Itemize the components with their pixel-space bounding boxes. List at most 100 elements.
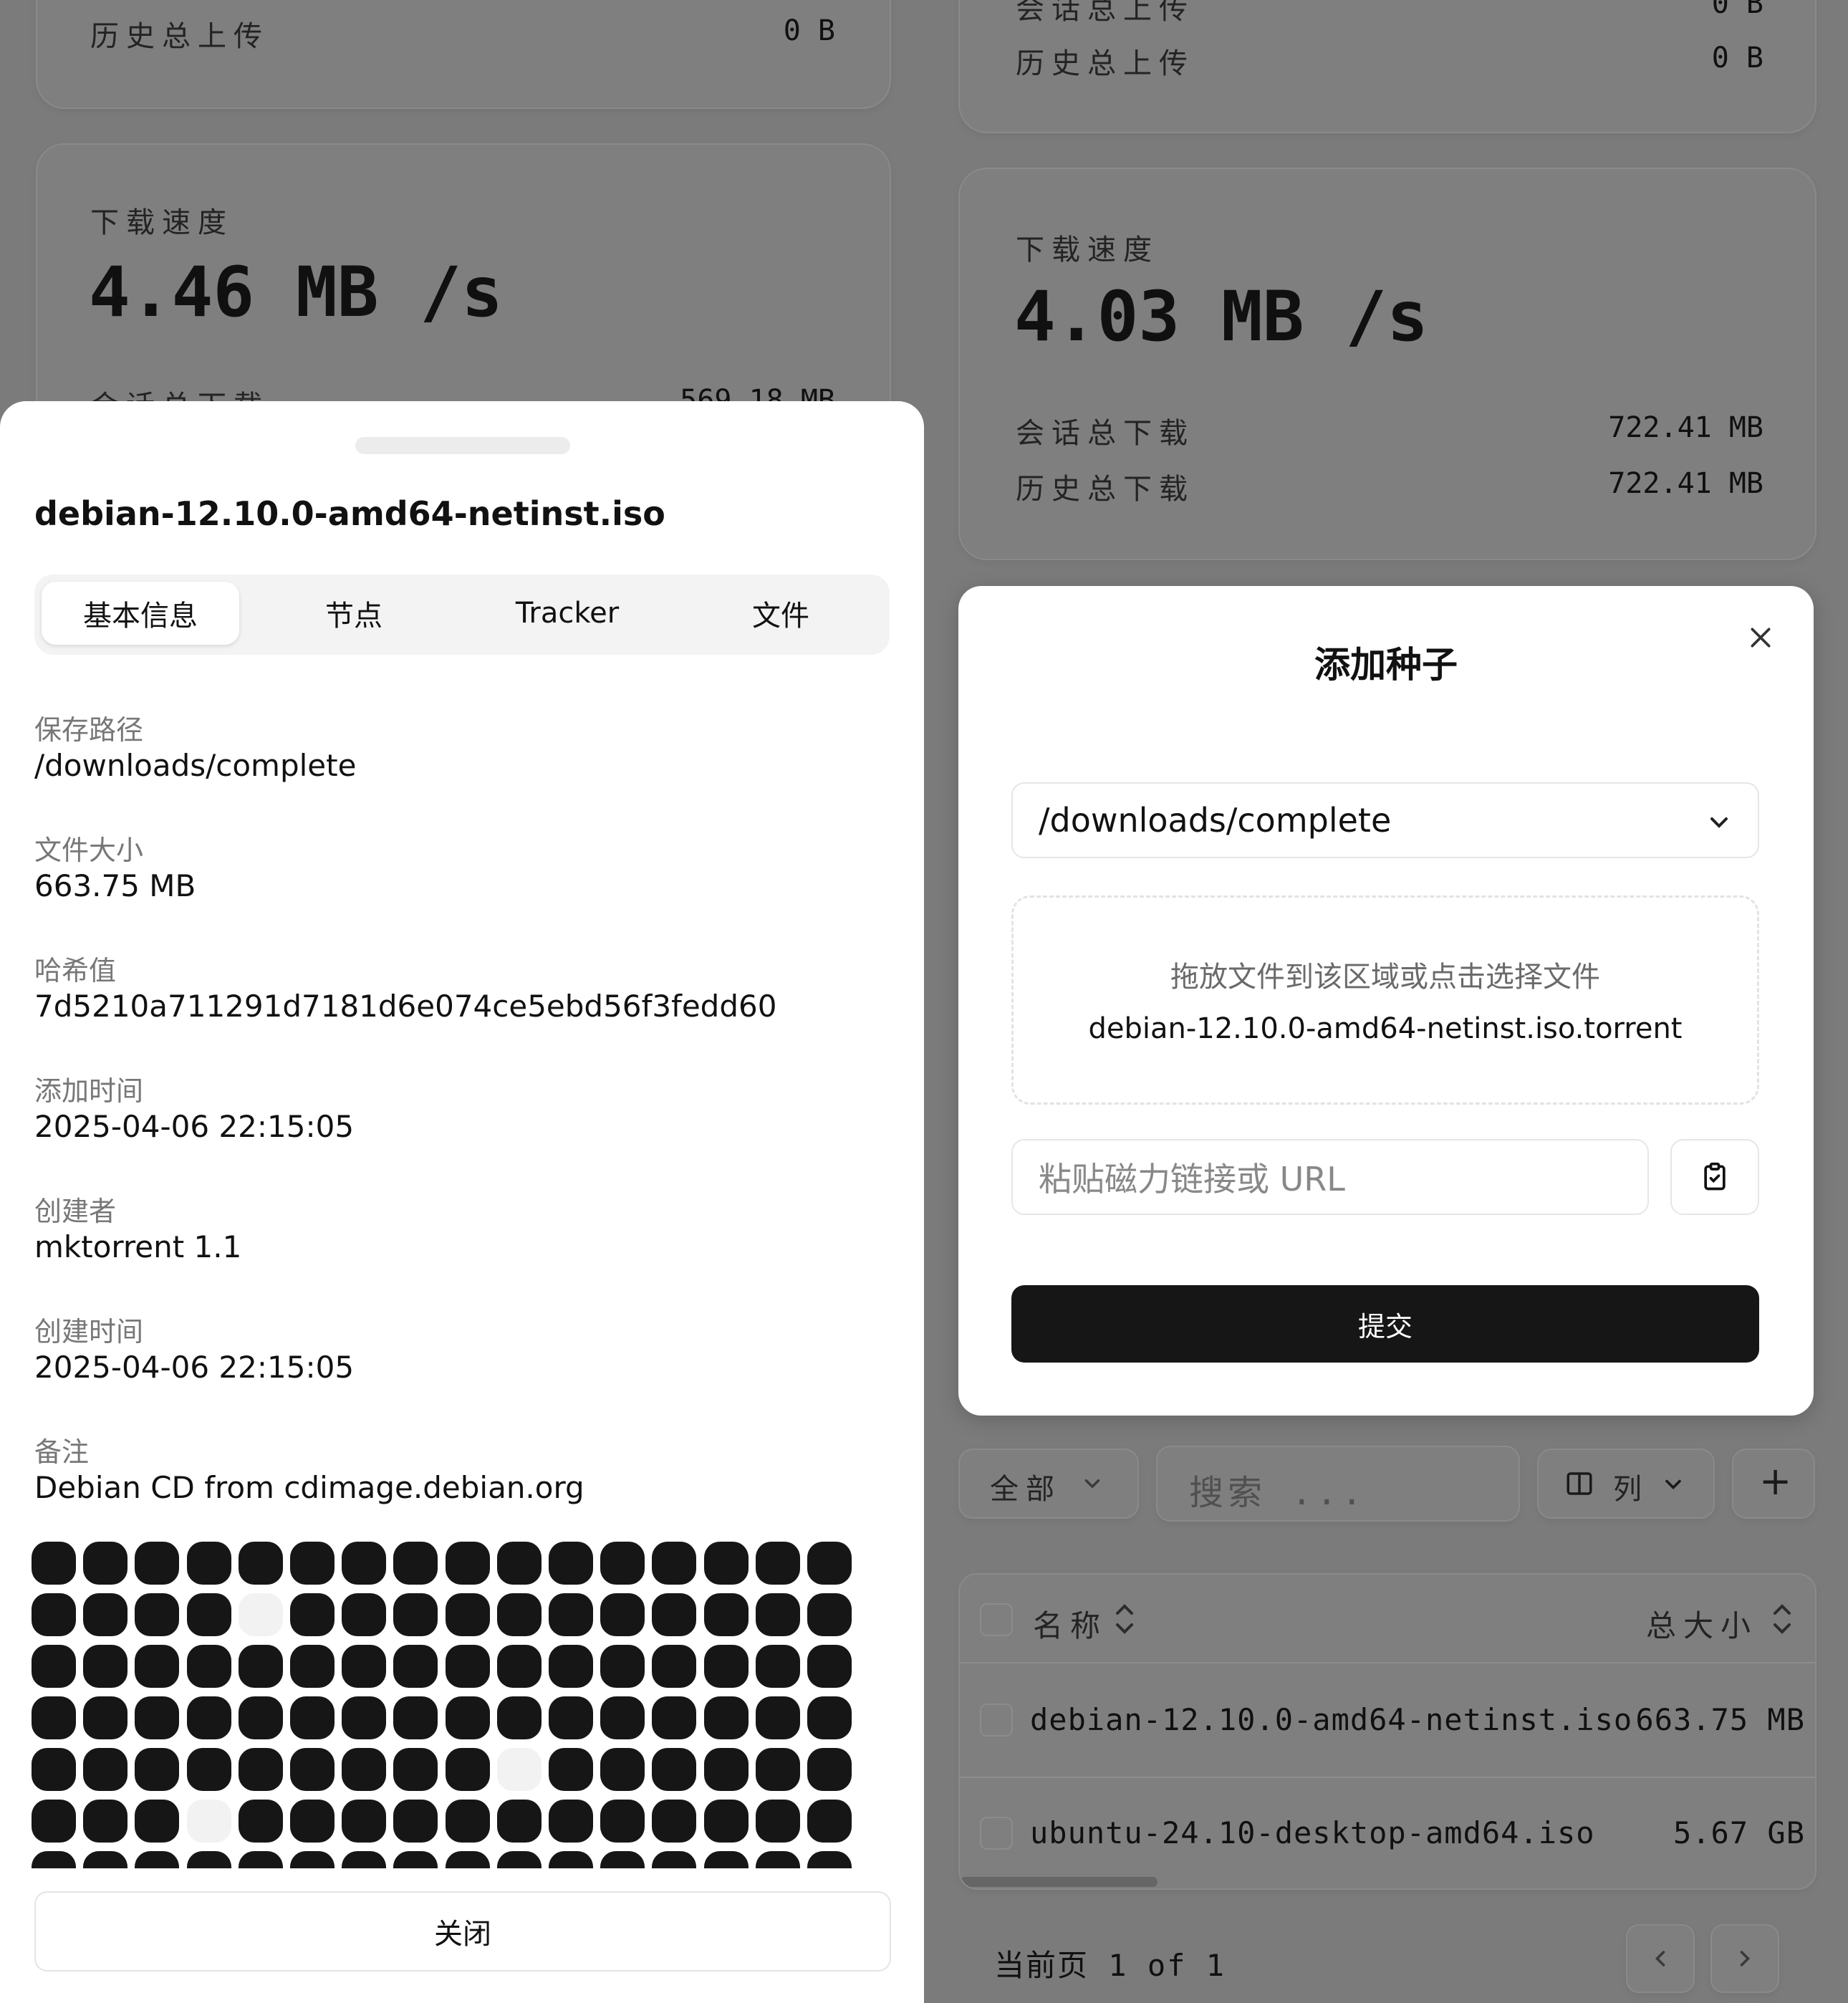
piece-complete	[135, 1851, 180, 1868]
clipboard-icon	[1704, 1162, 1726, 1191]
piece-complete	[342, 1542, 387, 1585]
tab-basic-info[interactable]: 基本信息	[42, 582, 239, 645]
drag-handle[interactable]	[355, 437, 570, 454]
piece-complete	[496, 1593, 542, 1636]
paste-button[interactable]	[1670, 1139, 1759, 1215]
file-size-label: 文件大小	[34, 835, 144, 866]
comment-label: 备注	[34, 1436, 90, 1468]
columns-label: 列	[1613, 1473, 1649, 1506]
piece-complete	[652, 1696, 697, 1739]
piece-complete	[496, 1542, 542, 1585]
sort-icon[interactable]	[1110, 1600, 1139, 1638]
piece-complete	[755, 1748, 800, 1791]
added-time-label: 添加时间	[34, 1075, 144, 1107]
chevron-down-icon	[1665, 1479, 1681, 1490]
submit-button[interactable]: 提交	[1011, 1285, 1759, 1363]
close-button[interactable]: 关闭	[34, 1891, 891, 1971]
piece-complete	[186, 1748, 231, 1791]
torrent-size: 5.67 GB	[1673, 1815, 1805, 1850]
piece-complete	[290, 1748, 335, 1791]
torrent-dropzone[interactable]: 拖放文件到该区域或点击选择文件 debian-12.10.0-amd64-net…	[1011, 895, 1759, 1105]
piece-complete	[807, 1696, 852, 1739]
pagination-label: 当前页 1 of 1	[994, 1948, 1226, 1983]
prev-page-button[interactable]	[1626, 1924, 1695, 1993]
piece-complete	[393, 1748, 438, 1791]
piece-complete	[342, 1645, 387, 1688]
piece-complete	[290, 1800, 335, 1843]
piece-complete	[807, 1593, 852, 1636]
piece-complete	[135, 1542, 180, 1585]
save-path-label: 保存路径	[34, 714, 144, 746]
piece-complete	[807, 1748, 852, 1791]
selected-file: debian-12.10.0-amd64-netinst.iso.torrent	[1088, 1012, 1683, 1045]
hash-value: 7d5210a711291d7181d6e074ce5ebd56f3fedd60	[34, 989, 777, 1024]
columns-button[interactable]: 列	[1537, 1449, 1715, 1519]
piece-complete	[549, 1748, 593, 1791]
piece-complete	[32, 1800, 76, 1843]
piece-complete	[393, 1542, 438, 1585]
filter-dropdown[interactable]: 全部	[958, 1449, 1139, 1519]
piece-complete	[238, 1645, 283, 1688]
session-download-label: 会话总下载	[1016, 417, 1195, 450]
piece-complete	[703, 1851, 749, 1868]
tab-files[interactable]: 文件	[682, 582, 880, 645]
horizontal-scrollbar[interactable]	[960, 1877, 1158, 1887]
piece-complete	[342, 1800, 387, 1843]
piece-complete	[445, 1851, 490, 1868]
row-checkbox[interactable]	[980, 1817, 1013, 1850]
filter-label: 全部	[990, 1473, 1062, 1506]
select-all-checkbox[interactable]	[980, 1603, 1013, 1636]
piece-complete	[600, 1593, 645, 1636]
magnet-url-input[interactable]: 粘贴磁力链接或 URL	[1011, 1139, 1649, 1215]
added-time-value: 2025-04-06 22:15:05	[34, 1109, 355, 1144]
next-page-button[interactable]	[1710, 1924, 1779, 1993]
tab-peers[interactable]: 节点	[255, 582, 453, 645]
piece-complete	[755, 1851, 800, 1868]
piece-complete	[83, 1645, 128, 1688]
piece-complete	[135, 1800, 180, 1843]
upload-history-value: 0 B	[783, 14, 835, 47]
row-checkbox[interactable]	[980, 1704, 1013, 1737]
piece-complete	[600, 1800, 645, 1843]
save-path-value: /downloads/complete	[34, 748, 357, 783]
sort-icon[interactable]	[1768, 1600, 1796, 1638]
piece-complete	[600, 1542, 645, 1585]
chevron-down-icon	[1710, 817, 1728, 828]
piece-complete	[290, 1851, 335, 1868]
torrent-table: 名称 总大小 debian-12.10.0-amd64-netinst.iso …	[958, 1573, 1816, 1890]
piece-complete	[703, 1800, 749, 1843]
piece-complete	[445, 1800, 490, 1843]
piece-complete	[445, 1593, 490, 1636]
piece-complete	[445, 1645, 490, 1688]
search-input[interactable]: 搜索 ...	[1156, 1446, 1520, 1522]
upload-history-value: 0 B	[1711, 42, 1763, 75]
close-icon[interactable]	[1746, 623, 1775, 652]
column-header-size[interactable]: 总大小	[1646, 1602, 1758, 1646]
save-path-select[interactable]: /downloads/complete	[1011, 782, 1759, 858]
piece-complete	[549, 1800, 593, 1843]
piece-complete	[703, 1542, 749, 1585]
table-row[interactable]: debian-12.10.0-amd64-netinst.iso 663.75 …	[960, 1663, 1815, 1777]
drop-hint: 拖放文件到该区域或点击选择文件	[1170, 961, 1600, 994]
piece-missing	[496, 1748, 542, 1791]
piece-complete	[496, 1851, 542, 1868]
chevron-left-icon	[1655, 1951, 1665, 1966]
piece-complete	[83, 1851, 128, 1868]
piece-complete	[600, 1696, 645, 1739]
table-row[interactable]: ubuntu-24.10-desktop-amd64.iso 5.67 GB	[960, 1778, 1815, 1887]
piece-complete	[32, 1696, 76, 1739]
session-download-value: 722.41 MB	[1608, 411, 1763, 444]
tab-tracker[interactable]: Tracker	[468, 582, 666, 645]
add-torrent-button[interactable]: +	[1732, 1449, 1815, 1519]
piece-complete	[342, 1748, 387, 1791]
add-torrent-dialog: 添加种子 /downloads/complete 拖放文件到该区域或点击选择文件…	[958, 586, 1814, 1416]
piece-complete	[83, 1542, 128, 1585]
download-speed-value: 4.46 MB /s	[89, 252, 503, 332]
piece-complete	[393, 1851, 438, 1868]
piece-complete	[393, 1645, 438, 1688]
piece-complete	[83, 1748, 128, 1791]
column-header-name[interactable]: 名称	[1033, 1602, 1107, 1646]
piece-complete	[445, 1748, 490, 1791]
piece-complete	[238, 1542, 283, 1585]
created-time-value: 2025-04-06 22:15:05	[34, 1350, 355, 1385]
